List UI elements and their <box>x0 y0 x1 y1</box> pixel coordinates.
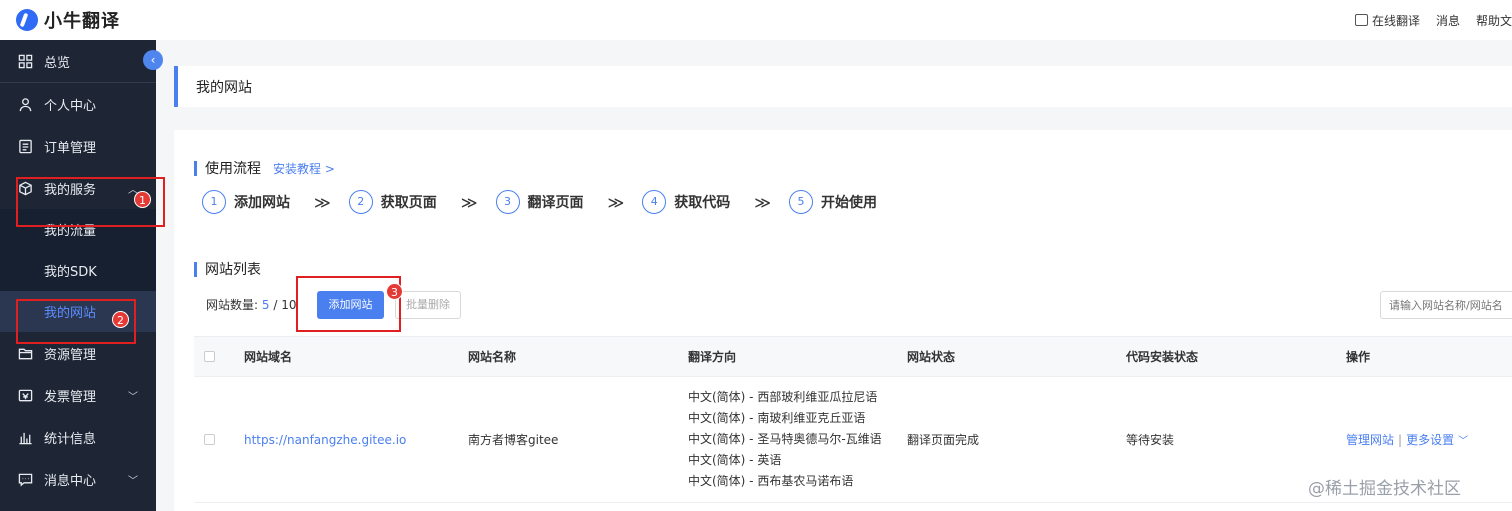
sidebar-item-label: 消息中心 <box>44 473 97 489</box>
direction-item: 中文(简体) - 西布基农马诺布语 <box>688 474 854 488</box>
direction-item: 中文(简体) - 西部玻利维亚瓜拉尼语 <box>688 390 878 404</box>
direction-item: 中文(简体) - 南玻利维亚克丘亚语 <box>688 411 866 425</box>
step-badge-3: 3 <box>386 283 403 300</box>
process-section-title: 使用流程 安装教程 > <box>194 158 335 178</box>
row-actions: 管理网站 | 更多设置 ﹀ <box>1346 431 1468 448</box>
step-translate-pages: 3 翻译页面 <box>495 190 584 214</box>
double-chevron-icon: ≫ <box>607 192 625 212</box>
double-chevron-icon: ≫ <box>754 192 771 212</box>
column-header: 网站名称 <box>468 350 517 364</box>
step-badge-1: 1 <box>134 191 151 208</box>
sidebar-item-invoices[interactable]: 发票管理 ﹀ <box>0 374 156 416</box>
bar-chart-icon <box>18 430 33 445</box>
process-steps: 1 添加网站 ≫ 2 获取页面 ≫ 3 翻译页面 ≫ 4 获取代码 ≫ 5 开始… <box>202 190 877 214</box>
step-label: 获取代码 <box>674 195 731 211</box>
sidebar-item-profile[interactable]: 个人中心 <box>0 83 156 125</box>
help-link[interactable]: 帮助文 <box>1476 12 1512 29</box>
sidebar-item-overview[interactable]: 总览 <box>0 40 156 82</box>
sidebar-item-label: 订单管理 <box>44 140 97 156</box>
top-links: 在线翻译 消息 帮助文 <box>1354 0 1512 40</box>
tutorial-link[interactable]: 安装教程 > <box>273 160 335 177</box>
column-header: 操作 <box>1346 350 1371 364</box>
online-translate-label: 在线翻译 <box>1371 13 1420 28</box>
sidebar-item-messages[interactable]: 消息中心 ﹀ <box>0 458 156 500</box>
step-add-website: 1 添加网站 <box>202 190 290 214</box>
document-icon <box>18 139 33 154</box>
grid-icon <box>18 54 33 69</box>
site-list-section-title: 网站列表 <box>194 259 261 279</box>
more-settings-link[interactable]: 更多设置 <box>1406 431 1454 448</box>
sidebar-item-my-sdk[interactable]: 我的SDK <box>0 250 156 291</box>
user-icon <box>18 97 33 112</box>
step-label: 开始使用 <box>821 195 877 211</box>
folder-icon <box>18 346 33 361</box>
message-icon <box>18 472 33 487</box>
direction-item: 中文(简体) - 英语 <box>688 453 782 467</box>
step-number: 1 <box>202 190 226 214</box>
sidebar-item-label: 个人中心 <box>44 98 97 114</box>
invoice-icon <box>18 388 33 403</box>
step-label: 翻译页面 <box>527 195 584 211</box>
row-checkbox[interactable] <box>204 434 215 445</box>
step-badge-2: 2 <box>112 311 129 328</box>
site-status: 翻译页面完成 <box>907 433 980 447</box>
watermark: @稀土掘金技术社区 <box>1308 479 1461 499</box>
column-header: 网站域名 <box>244 350 293 364</box>
site-search-input[interactable] <box>1380 291 1512 319</box>
step-number: 2 <box>348 190 373 214</box>
step-get-code: 4 获取代码 <box>642 190 730 214</box>
step-start-using: 5 开始使用 <box>789 190 877 214</box>
sidebar-item-label: 发票管理 <box>44 389 97 405</box>
step-number: 4 <box>642 190 667 214</box>
step-label: 添加网站 <box>234 195 290 211</box>
process-title: 使用流程 <box>205 161 261 177</box>
sidebar-collapse-button[interactable]: ‹ <box>143 50 163 70</box>
chevron-down-icon: ﹀ <box>128 391 138 403</box>
double-chevron-icon: ≫ <box>314 192 331 212</box>
step-number: 3 <box>495 190 520 214</box>
step-label: 获取页面 <box>380 195 437 211</box>
install-status: 等待安装 <box>1126 433 1175 447</box>
table-header: 网站域名 网站名称 翻译方向 网站状态 代码安装状态 操作 <box>194 336 1512 377</box>
column-header: 网站状态 <box>907 350 956 364</box>
chevron-down-icon[interactable]: ﹀ <box>1458 432 1468 447</box>
sidebar-item-label: 统计信息 <box>44 431 97 447</box>
batch-delete-button[interactable]: 批量删除 <box>395 291 461 319</box>
column-header: 翻译方向 <box>688 350 737 364</box>
online-translate-link[interactable]: 在线翻译 <box>1354 12 1420 29</box>
site-count: 网站数量: 5 / 10 <box>206 296 296 313</box>
direction-item: 中文(简体) - 圣马特奥德马尔-瓦维语 <box>688 432 882 446</box>
action-separator: | <box>1398 432 1403 447</box>
step-number: 5 <box>789 190 813 214</box>
sidebar-item-label: 总览 <box>44 55 71 71</box>
messages-link[interactable]: 消息 <box>1436 12 1460 29</box>
translation-directions: 中文(简体) - 西部玻利维亚瓜拉尼语 中文(简体) - 南玻利维亚克丘亚语 中… <box>688 387 882 492</box>
logo-icon <box>16 9 38 31</box>
site-count-total: / 10 <box>273 298 297 312</box>
sidebar-item-statistics[interactable]: 统计信息 <box>0 416 156 458</box>
page-header: 我的网站 <box>174 66 1512 107</box>
sidebar-item-label: 我的SDK <box>44 265 97 280</box>
sidebar-item-label: 资源管理 <box>44 347 97 363</box>
column-header: 代码安装状态 <box>1126 350 1199 364</box>
manage-website-link[interactable]: 管理网站 <box>1346 431 1394 448</box>
double-chevron-icon: ≫ <box>460 192 478 212</box>
page-title: 我的网站 <box>196 79 252 96</box>
sidebar: 总览 个人中心 订单管理 我的服务 ︿ 我的流量 我的SDK 我的网站 资源管理… <box>0 40 156 511</box>
site-domain-link[interactable]: https://nanfangzhe.gitee.io <box>244 433 406 447</box>
site-name: 南方者博客gitee <box>468 433 559 447</box>
site-count-value: 5 <box>261 298 270 312</box>
top-bar: 小牛翻译 在线翻译 消息 帮助文 <box>0 0 1512 40</box>
translate-icon <box>1354 14 1368 26</box>
select-all-checkbox[interactable] <box>204 351 215 362</box>
brand-name: 小牛翻译 <box>44 11 120 32</box>
site-list-title: 网站列表 <box>205 262 261 278</box>
step-fetch-pages: 2 获取页面 <box>348 190 437 214</box>
sidebar-item-orders[interactable]: 订单管理 <box>0 125 156 167</box>
chevron-down-icon: ﹀ <box>128 475 138 487</box>
brand-logo[interactable]: 小牛翻译 <box>16 7 120 33</box>
highlight-box-add-website <box>296 276 401 332</box>
site-count-label: 网站数量: <box>206 298 259 312</box>
